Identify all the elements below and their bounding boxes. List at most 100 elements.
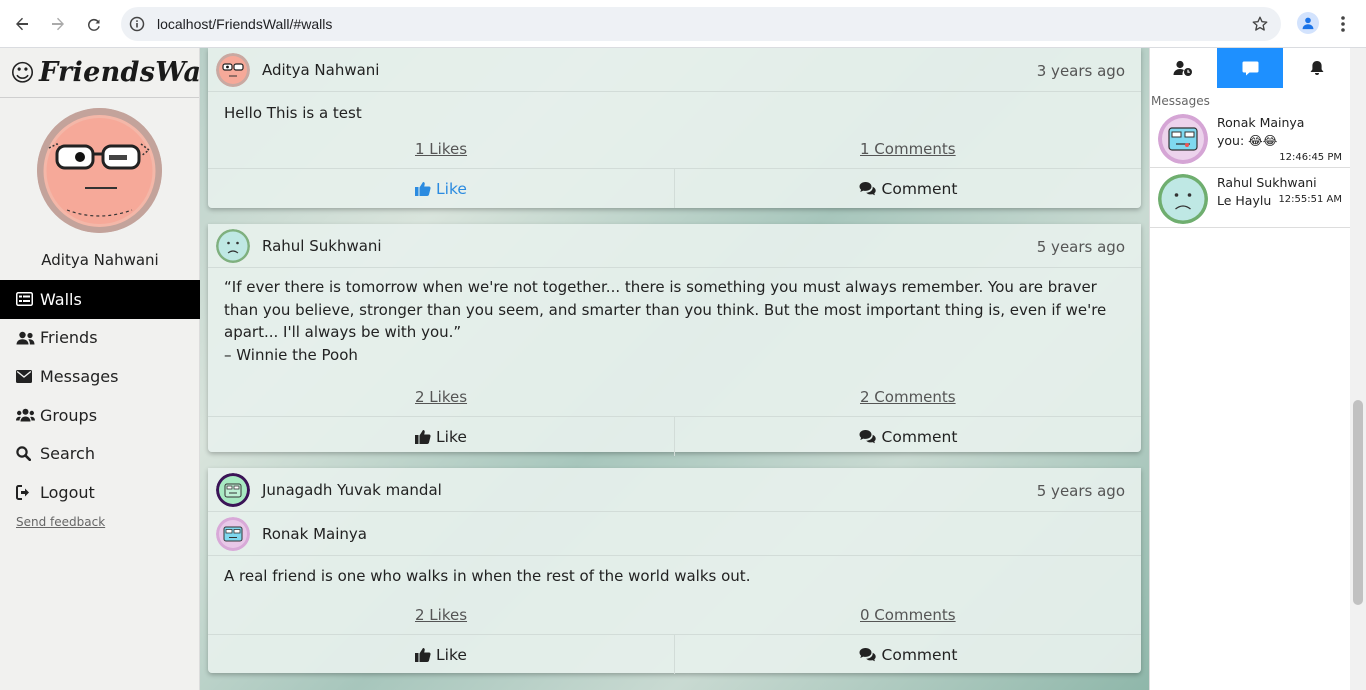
sidebar-item-label: Search: [40, 444, 95, 464]
like-button[interactable]: Like: [208, 417, 674, 456]
post-text-line: – Winnie the Pooh: [224, 345, 358, 364]
walls-icon: [16, 291, 36, 307]
back-arrow-icon[interactable]: [10, 12, 34, 36]
sidebar-item-label: Messages: [40, 366, 119, 386]
post-time: 5 years ago: [1036, 238, 1125, 256]
post-card: Aditya Nahwani 3 years ago Hello This is…: [208, 48, 1141, 208]
right-panel: Messages Ronak Mainya you: 😂😂 12:46:45 P…: [1149, 48, 1350, 690]
like-label: Like: [436, 179, 467, 198]
sidebar-item-label: Walls: [40, 289, 82, 309]
message-item[interactable]: Ronak Mainya you: 😂😂 12:46:45 PM: [1150, 108, 1350, 168]
post-card: Rahul Sukhwani 5 years ago “If ever ther…: [208, 224, 1141, 456]
message-sender: Ronak Mainya: [1217, 115, 1305, 130]
scrollbar-thumb[interactable]: [1353, 400, 1363, 605]
comments-link[interactable]: 2 Comments: [860, 388, 956, 406]
post-header: Rahul Sukhwani 5 years ago: [208, 224, 1141, 268]
sidebar-item-walls[interactable]: Walls: [0, 280, 200, 319]
messages-title: Messages: [1151, 94, 1210, 108]
avatar[interactable]: [37, 108, 162, 233]
likes-link[interactable]: 1 Likes: [415, 140, 467, 158]
group-header: Junagadh Yuvak mandal 5 years ago: [208, 468, 1141, 512]
like-label: Like: [436, 427, 467, 446]
reload-icon[interactable]: [82, 12, 106, 36]
tab-chats[interactable]: [1216, 48, 1284, 88]
right-panel-tabs: [1150, 48, 1350, 88]
browser-toolbar: localhost/FriendsWall/#walls: [0, 0, 1366, 48]
profile-icon[interactable]: [1297, 12, 1319, 34]
send-feedback-link[interactable]: Send feedback: [16, 515, 105, 529]
like-button[interactable]: Like: [208, 635, 674, 674]
likes-link[interactable]: 2 Likes: [415, 606, 467, 624]
comment-label: Comment: [881, 427, 958, 446]
group-avatar[interactable]: [216, 473, 250, 507]
address-bar[interactable]: localhost/FriendsWall/#walls: [121, 7, 1281, 41]
bell-icon: [1310, 61, 1324, 75]
comments-icon: [859, 182, 876, 196]
post-text: A real friend is one who walks in when t…: [208, 556, 1141, 598]
avatar: [1158, 174, 1208, 224]
message-sender: Rahul Sukhwani: [1217, 175, 1317, 190]
group-name[interactable]: Junagadh Yuvak mandal: [262, 481, 442, 499]
post-author[interactable]: Rahul Sukhwani: [262, 237, 382, 255]
kebab-menu-icon[interactable]: [1333, 12, 1353, 36]
post-text-line: A real friend is one who walks in when t…: [224, 567, 751, 585]
post-stats: 1 Likes 1 Comments: [208, 132, 1141, 168]
profile-name: Aditya Nahwani: [41, 251, 159, 269]
comment-button[interactable]: Comment: [674, 635, 1141, 674]
avatar[interactable]: [216, 229, 250, 263]
thumbs-up-icon: [415, 430, 431, 444]
message-time: 12:55:51 AM: [1278, 194, 1342, 205]
comments-link[interactable]: 0 Comments: [860, 606, 956, 624]
post-author[interactable]: Ronak Mainya: [262, 525, 367, 543]
message-preview: Le Haylu: [1217, 193, 1272, 208]
comment-button[interactable]: Comment: [674, 417, 1141, 456]
post-time: 5 years ago: [1036, 482, 1125, 500]
comments-icon: [859, 648, 876, 662]
avatar[interactable]: [216, 53, 250, 87]
tab-friend-requests[interactable]: [1150, 48, 1217, 88]
url-text: localhost/FriendsWall/#walls: [157, 16, 333, 32]
chat-icon: [1242, 61, 1258, 75]
sidebar-item-messages[interactable]: Messages: [0, 357, 200, 396]
post-text-line: Hello This is a test: [224, 104, 362, 122]
thumbs-up-icon: [415, 182, 431, 196]
post-actions: Like Comment: [208, 634, 1141, 674]
post-author[interactable]: Aditya Nahwani: [262, 61, 379, 79]
groups-icon: [16, 407, 36, 423]
brand[interactable]: ☺ FriendsWall: [0, 48, 222, 98]
sidebar-item-friends[interactable]: Friends: [0, 319, 200, 358]
envelope-icon: [16, 368, 36, 384]
post-text: “If ever there is tomorrow when we're no…: [208, 268, 1141, 380]
comments-link[interactable]: 1 Comments: [860, 140, 956, 158]
tab-notifications[interactable]: [1283, 48, 1350, 88]
avatar[interactable]: [216, 517, 250, 551]
message-time: 12:46:45 PM: [1279, 152, 1342, 163]
sidebar: ☺ FriendsWall Aditya Nahwani Walls Frien…: [0, 48, 222, 690]
logout-icon: [16, 484, 36, 500]
comment-label: Comment: [881, 645, 958, 664]
brand-name: FriendsWall: [39, 57, 223, 88]
post-stats: 2 Likes 2 Comments: [208, 380, 1141, 416]
sidebar-item-search[interactable]: Search: [0, 434, 200, 473]
info-icon[interactable]: [129, 16, 145, 32]
sidebar-nav: Walls Friends Messages Groups Search Log…: [0, 280, 200, 512]
post-header: Ronak Mainya: [208, 512, 1141, 556]
like-button[interactable]: Like: [208, 169, 674, 208]
page-scrollbar[interactable]: [1350, 48, 1366, 690]
message-preview: you: 😂😂: [1217, 133, 1278, 148]
like-label: Like: [436, 645, 467, 664]
likes-link[interactable]: 2 Likes: [415, 388, 467, 406]
comments-icon: [859, 430, 876, 444]
wall-feed[interactable]: Aditya Nahwani 3 years ago Hello This is…: [200, 48, 1149, 690]
comment-button[interactable]: Comment: [674, 169, 1141, 208]
sidebar-item-logout[interactable]: Logout: [0, 473, 200, 512]
post-text-line: “If ever there is tomorrow when we're no…: [224, 278, 1107, 341]
add-friend-icon: [1173, 60, 1193, 76]
message-item[interactable]: Rahul Sukhwani Le Haylu 12:55:51 AM: [1150, 168, 1350, 228]
star-icon[interactable]: [1251, 15, 1269, 37]
sidebar-item-groups[interactable]: Groups: [0, 396, 200, 435]
forward-arrow-icon[interactable]: [46, 12, 70, 36]
post-card: Junagadh Yuvak mandal 5 years ago Ronak …: [208, 468, 1141, 674]
post-stats: 2 Likes 0 Comments: [208, 598, 1141, 634]
post-actions: Like Comment: [208, 416, 1141, 456]
